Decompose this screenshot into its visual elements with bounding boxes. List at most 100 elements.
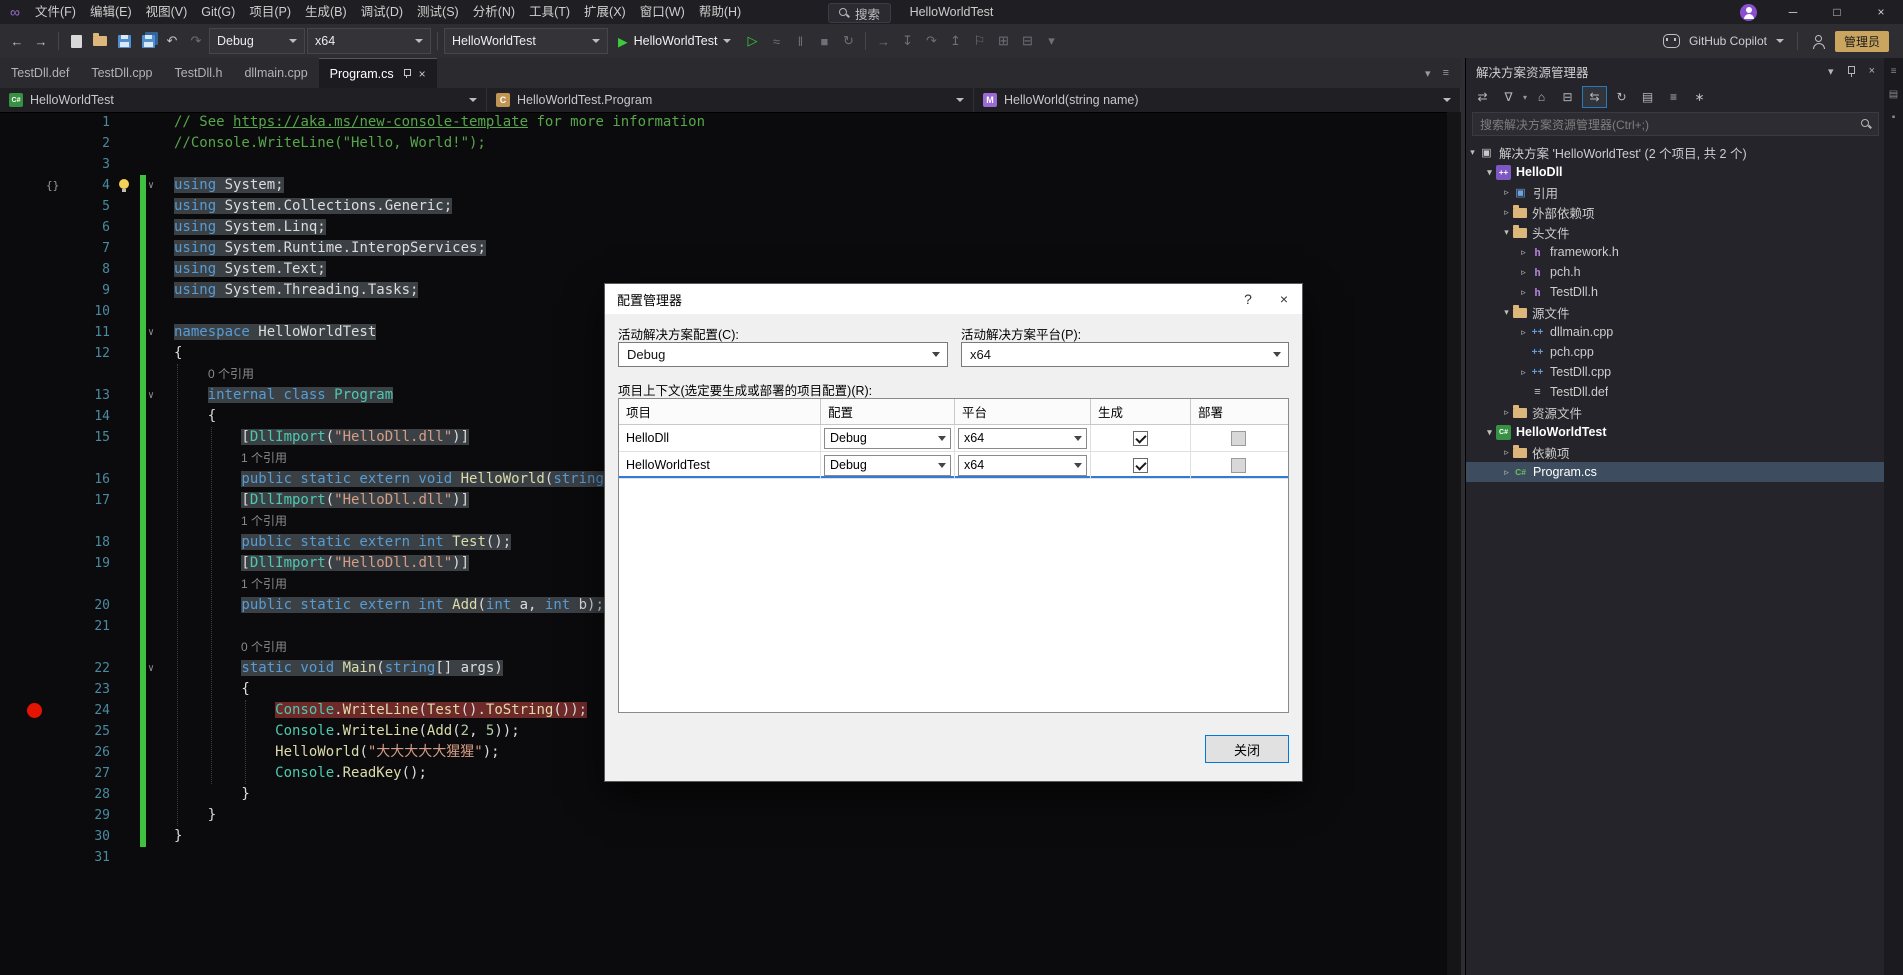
stop-icon[interactable]: ■ (813, 29, 835, 53)
code-line[interactable]: 8using System.Text; (0, 259, 1447, 280)
search-box[interactable]: 搜索 (828, 3, 891, 23)
config-dropdown[interactable]: Debug (824, 428, 951, 449)
breadcrumb-section[interactable]: C#HelloWorldTest (0, 88, 487, 112)
pin-icon[interactable] (402, 69, 411, 78)
tree-item--[interactable]: ▾源文件 (1466, 302, 1885, 322)
start-debugging-button[interactable]: ▶HelloWorldTest (610, 29, 739, 53)
forward-icon[interactable]: → (30, 29, 52, 53)
tree-item-program-cs[interactable]: ▹C#Program.cs (1466, 462, 1885, 482)
config-dropdown[interactable]: Debug (824, 455, 951, 476)
build-checkbox[interactable] (1133, 431, 1148, 446)
menu-item[interactable]: 分析(N) (466, 0, 522, 24)
open-documents-icon[interactable]: ≡ (1443, 67, 1449, 79)
code-line[interactable]: 1// See https://aka.ms/new-console-templ… (0, 112, 1447, 133)
redo-icon[interactable]: ↷ (185, 29, 207, 53)
new-file-icon[interactable] (65, 29, 87, 53)
chevron-down-icon[interactable] (1776, 39, 1784, 43)
copilot-icon[interactable] (1663, 34, 1680, 48)
pin-icon[interactable] (1847, 66, 1856, 77)
expander-closed-icon[interactable]: ▹ (1517, 247, 1530, 258)
close-icon[interactable]: × (1869, 65, 1875, 77)
fold-chevron-icon[interactable]: ∨ (148, 385, 154, 406)
menu-item[interactable]: 工具(T) (522, 0, 577, 24)
home-icon[interactable]: ⌂ (1530, 87, 1553, 107)
column-header[interactable]: 生成 (1091, 399, 1191, 424)
codelens-references[interactable]: 1 个引用 (241, 514, 287, 528)
codelens-references[interactable]: 1 个引用 (241, 451, 287, 465)
expander-open-icon[interactable]: ▾ (1500, 307, 1513, 318)
menu-item[interactable]: 窗口(W) (633, 0, 692, 24)
code-line[interactable]: 28} (0, 784, 1447, 805)
solution-search-input[interactable]: 搜索解决方案资源管理器(Ctrl+;) (1472, 112, 1879, 136)
fold-chevron-icon[interactable]: ∨ (148, 658, 154, 679)
undo-icon[interactable]: ↶ (161, 29, 183, 53)
properties-icon[interactable]: ∗ (1688, 87, 1711, 107)
save-all-icon[interactable] (137, 29, 159, 53)
expander-open-icon[interactable]: ▾ (1500, 227, 1513, 238)
expander-closed-icon[interactable]: ▹ (1517, 287, 1530, 298)
fold-chevron-icon[interactable]: ∨ (148, 322, 154, 343)
menu-item[interactable]: 项目(P) (242, 0, 298, 24)
maximize-icon[interactable]: □ (1815, 0, 1859, 24)
expander-closed-icon[interactable]: ▹ (1500, 187, 1513, 198)
dialog-title-bar[interactable]: 配置管理器 ? × (605, 284, 1302, 314)
expander-open-icon[interactable]: ▾ (1483, 167, 1496, 178)
step-into-icon[interactable]: ↧ (896, 29, 918, 53)
table-row[interactable]: HelloDllDebugx64 (619, 425, 1288, 452)
tab-dllmain-cpp[interactable]: dllmain.cpp (233, 58, 318, 88)
codelens-references[interactable]: 1 个引用 (241, 577, 287, 591)
menu-item[interactable]: 扩展(X) (577, 0, 633, 24)
tree-item-pch-cpp[interactable]: ++pch.cpp (1466, 342, 1885, 362)
column-header[interactable]: 平台 (955, 399, 1091, 424)
deploy-checkbox[interactable] (1231, 458, 1246, 473)
startup-projects-dropdown[interactable]: HelloWorldTest (444, 28, 608, 54)
tab-testdll-cpp[interactable]: TestDll.cpp (80, 58, 163, 88)
solution-platforms-dropdown[interactable]: x64 (307, 28, 431, 54)
expander-closed-icon[interactable]: ▹ (1517, 267, 1530, 278)
code-line[interactable]: 6using System.Linq; (0, 217, 1447, 238)
tree-item-pch-h[interactable]: ▹hpch.h (1466, 262, 1885, 282)
tree-item-testdll-cpp[interactable]: ▹++TestDll.cpp (1466, 362, 1885, 382)
show-all-files-icon[interactable]: ▤ (1636, 87, 1659, 107)
tree-item-helloworldtest[interactable]: ▾C#HelloWorldTest (1466, 422, 1885, 442)
breakpoint-dot[interactable] (27, 703, 42, 718)
code-line[interactable]: 30} (0, 826, 1447, 847)
tree-item-framework-h[interactable]: ▹hframework.h (1466, 242, 1885, 262)
save-icon[interactable] (113, 29, 135, 53)
active-config-dropdown[interactable]: Debug (618, 342, 948, 367)
tab-testdll-def[interactable]: TestDll.def (0, 58, 80, 88)
column-header[interactable]: 项目 (619, 399, 821, 424)
expander-closed-icon[interactable]: ▹ (1500, 447, 1513, 458)
overflow-icon[interactable]: ▾ (1040, 29, 1062, 53)
view-code-icon[interactable]: ≡ (1662, 87, 1685, 107)
close-icon[interactable]: × (1859, 0, 1903, 24)
code-line[interactable]: 3 (0, 154, 1447, 175)
tree-item--[interactable]: ▹▣引用 (1466, 182, 1885, 202)
scroll-marker-icon[interactable]: ▤ (1889, 89, 1898, 100)
code-line[interactable]: 2//Console.WriteLine("Hello, World!"); (0, 133, 1447, 154)
expander-closed-icon[interactable]: ▹ (1500, 407, 1513, 418)
code-line[interactable]: 7using System.Runtime.InteropServices; (0, 238, 1447, 259)
add-account-icon[interactable] (1811, 34, 1826, 49)
platform-dropdown[interactable]: x64 (958, 428, 1087, 449)
codelens-references[interactable]: 0 个引用 (241, 640, 287, 654)
refresh-icon[interactable]: ↻ (1610, 87, 1633, 107)
menu-item[interactable]: 生成(B) (298, 0, 354, 24)
close-icon[interactable]: × (419, 67, 426, 81)
expander-closed-icon[interactable]: ▹ (1517, 327, 1530, 338)
tab-program-cs[interactable]: Program.cs× (319, 58, 437, 88)
expander-open-icon[interactable]: ▾ (1466, 147, 1479, 158)
close-icon[interactable]: × (1266, 284, 1302, 314)
back-icon[interactable]: ← (6, 29, 28, 53)
expander-closed-icon[interactable]: ▹ (1500, 467, 1513, 478)
fold-chevron-icon[interactable]: ∨ (148, 175, 154, 196)
step-out-icon[interactable]: ↥ (944, 29, 966, 53)
bookmark-icon[interactable]: ⚐ (968, 29, 990, 53)
tree-item--[interactable]: ▾头文件 (1466, 222, 1885, 242)
column-header[interactable]: 配置 (821, 399, 955, 424)
chevron-down-icon[interactable]: ▾ (1425, 67, 1431, 80)
minimize-icon[interactable]: ─ (1771, 0, 1815, 24)
close-button[interactable]: 关闭 (1205, 735, 1289, 763)
chevron-down-icon[interactable] (1443, 98, 1451, 102)
break-all-icon[interactable]: ‖ (789, 29, 811, 53)
